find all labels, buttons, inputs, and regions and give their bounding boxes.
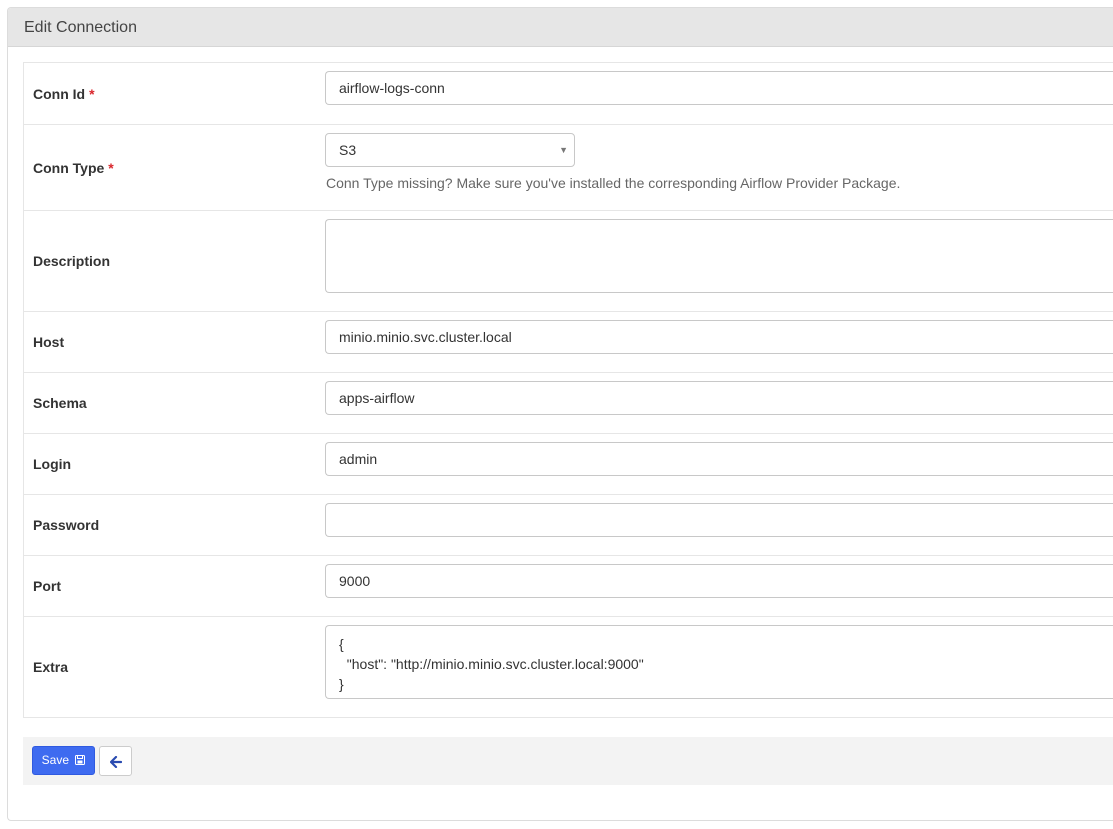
row-description: Description [24, 211, 1113, 312]
floppy-disk-icon [75, 748, 86, 775]
password-label: Password [33, 517, 100, 533]
connection-form: Conn Id * airflow-logs-conn Conn Type * S3… [23, 62, 1113, 718]
login-input[interactable]: admin [325, 442, 1113, 476]
row-port: Port 9000 [24, 556, 1113, 617]
description-textarea[interactable] [325, 219, 1113, 293]
port-label: Port [33, 578, 61, 594]
row-conn-id: Conn Id * airflow-logs-conn [24, 63, 1113, 125]
row-password: Password [24, 495, 1113, 556]
required-marker: * [89, 85, 95, 102]
description-label: Description [33, 253, 111, 269]
schema-label: Schema [33, 395, 87, 411]
host-input[interactable]: minio.minio.svc.cluster.local [325, 320, 1113, 354]
row-schema: Schema apps-airflow [24, 373, 1113, 434]
form-actions-bar: Save [23, 737, 1113, 785]
save-button-label: Save [41, 753, 69, 767]
caret-down-icon: ▼ [559, 145, 568, 155]
conn-type-label: Conn Type * [33, 159, 114, 176]
extra-textarea[interactable]: { "host": "http://minio.minio.svc.cluste… [325, 625, 1113, 699]
conn-id-input[interactable]: airflow-logs-conn [325, 71, 1113, 105]
required-marker: * [108, 159, 114, 176]
extra-line: "host": "http://minio.minio.svc.cluster.… [339, 656, 644, 672]
extra-line: { [339, 636, 344, 652]
row-host: Host minio.minio.svc.cluster.local [24, 312, 1113, 373]
port-input[interactable]: 9000 [325, 564, 1113, 598]
row-extra: Extra { "host": "http://minio.minio.svc.… [24, 617, 1113, 717]
login-label: Login [33, 456, 72, 472]
conn-type-value: S3 [339, 142, 357, 158]
edit-connection-panel: Edit Connection Conn Id * airflow-logs-co… [7, 7, 1113, 821]
password-input[interactable] [325, 503, 1113, 537]
conn-type-select[interactable]: S3 ▼ [325, 133, 575, 167]
extra-line: } [339, 676, 344, 692]
host-label: Host [33, 334, 65, 350]
row-conn-type: Conn Type * S3 ▼ Conn Type missing? Make … [24, 125, 1113, 211]
extra-label: Extra [33, 659, 69, 675]
panel-title: Edit Connection [8, 8, 1113, 47]
save-button[interactable]: Save [32, 746, 95, 775]
schema-input[interactable]: apps-airflow [325, 381, 1113, 415]
arrow-left-icon [109, 755, 123, 773]
row-login: Login admin [24, 434, 1113, 495]
conn-id-label: Conn Id * [33, 85, 95, 102]
conn-type-help: Conn Type missing? Make sure you've inst… [326, 175, 901, 191]
back-button[interactable] [99, 746, 132, 776]
